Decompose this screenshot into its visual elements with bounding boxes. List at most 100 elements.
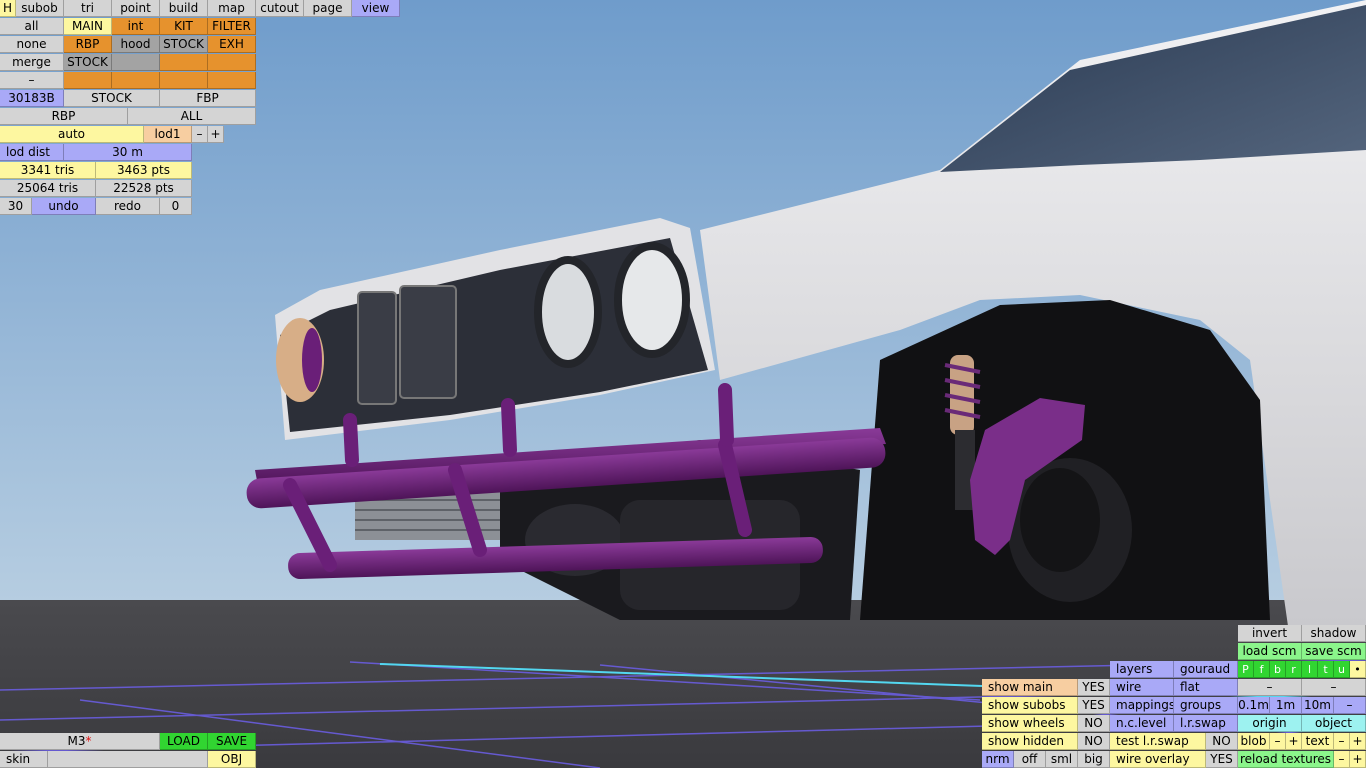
select-none-button[interactable]: none: [0, 36, 64, 53]
menu-view[interactable]: view: [352, 0, 400, 17]
subob-empty-2[interactable]: [160, 54, 208, 71]
subob-name-all[interactable]: ALL: [128, 108, 256, 125]
menu-point[interactable]: point: [112, 0, 160, 17]
menu-build[interactable]: build: [160, 0, 208, 17]
redo-button[interactable]: redo: [96, 198, 160, 215]
wire-button[interactable]: wire: [1110, 679, 1174, 696]
subob-empty-7[interactable]: [208, 72, 256, 89]
test-lr-swap-label: test l.r.swap: [1110, 733, 1206, 750]
lod-dist-value[interactable]: 30 m: [64, 144, 192, 161]
reload-textures-button[interactable]: reload textures: [1238, 751, 1334, 768]
subob-hood[interactable]: hood: [112, 36, 160, 53]
subob-minus-button[interactable]: –: [0, 72, 64, 89]
unsaved-marker: *: [85, 734, 92, 748]
menu-subob[interactable]: subob: [16, 0, 64, 17]
text-label: text: [1302, 733, 1334, 750]
flag-b[interactable]: b: [1270, 661, 1286, 678]
subob-name-rbp[interactable]: RBP: [0, 108, 128, 125]
flag-r[interactable]: r: [1286, 661, 1302, 678]
lod-dist-label: lod dist: [0, 144, 64, 161]
load-scm-button[interactable]: load scm: [1238, 643, 1302, 660]
flag-l[interactable]: l: [1302, 661, 1318, 678]
subob-kit[interactable]: KIT: [160, 18, 208, 35]
lod-mode-auto[interactable]: auto: [0, 126, 144, 143]
flag-p[interactable]: P: [1238, 661, 1254, 678]
origin-button[interactable]: origin: [1238, 715, 1302, 732]
lod-plus-button[interactable]: +: [208, 126, 224, 143]
subob-name-stock[interactable]: STOCK: [64, 90, 160, 107]
flag-f[interactable]: f: [1254, 661, 1270, 678]
subob-exh[interactable]: EXH: [208, 36, 256, 53]
flag-u[interactable]: u: [1334, 661, 1350, 678]
lod-level[interactable]: lod1: [144, 126, 192, 143]
model-name[interactable]: M3*: [0, 733, 160, 750]
menu-h[interactable]: H: [0, 0, 16, 17]
subob-int[interactable]: int: [112, 18, 160, 35]
object-button[interactable]: object: [1302, 715, 1366, 732]
lr-swap-button[interactable]: l.r.swap: [1174, 715, 1238, 732]
reload-minus-button[interactable]: –: [1334, 751, 1350, 768]
minus-button-2[interactable]: –: [1302, 679, 1366, 696]
menu-tri[interactable]: tri: [64, 0, 112, 17]
view-mode-sml[interactable]: sml: [1046, 751, 1078, 768]
show-hidden-toggle[interactable]: NO: [1078, 733, 1110, 750]
flag-dot[interactable]: •: [1350, 661, 1366, 678]
skin-field[interactable]: [48, 751, 208, 768]
lod-minus-button[interactable]: –: [192, 126, 208, 143]
scale-minus[interactable]: –: [1334, 697, 1366, 714]
subob-id[interactable]: 30183B: [0, 90, 64, 107]
scale-0-1m[interactable]: 0.1m: [1238, 697, 1270, 714]
total-point-count: 22528 pts: [96, 180, 192, 197]
subob-empty-1[interactable]: [112, 54, 160, 71]
test-lr-swap-toggle[interactable]: NO: [1206, 733, 1238, 750]
flat-button[interactable]: flat: [1174, 679, 1238, 696]
view-mode-nrm[interactable]: nrm: [982, 751, 1014, 768]
minus-button-1[interactable]: –: [1238, 679, 1302, 696]
show-wheels-label: show wheels: [982, 715, 1078, 732]
gouraud-button[interactable]: gouraud: [1174, 661, 1238, 678]
show-subobs-label: show subobs: [982, 697, 1078, 714]
scale-10m[interactable]: 10m: [1302, 697, 1334, 714]
text-plus-button[interactable]: +: [1350, 733, 1366, 750]
skin-label: skin: [0, 751, 48, 768]
view-mode-big[interactable]: big: [1078, 751, 1110, 768]
load-button[interactable]: LOAD: [160, 733, 208, 750]
subob-name-fbp[interactable]: FBP: [160, 90, 256, 107]
subob-filter[interactable]: FILTER: [208, 18, 256, 35]
layers-button[interactable]: layers: [1110, 661, 1174, 678]
scale-1m[interactable]: 1m: [1270, 697, 1302, 714]
subob-empty-6[interactable]: [160, 72, 208, 89]
subob-empty-5[interactable]: [112, 72, 160, 89]
subob-empty-3[interactable]: [208, 54, 256, 71]
show-wheels-toggle[interactable]: NO: [1078, 715, 1110, 732]
menu-map[interactable]: map: [208, 0, 256, 17]
groups-button[interactable]: groups: [1174, 697, 1238, 714]
subob-main[interactable]: MAIN: [64, 18, 112, 35]
subob-empty-4[interactable]: [64, 72, 112, 89]
show-subobs-toggle[interactable]: YES: [1078, 697, 1110, 714]
wire-overlay-toggle[interactable]: YES: [1206, 751, 1238, 768]
nc-level-button[interactable]: n.c.level: [1110, 715, 1174, 732]
subob-stock-2[interactable]: STOCK: [64, 54, 112, 71]
subob-rbp[interactable]: RBP: [64, 36, 112, 53]
undo-button[interactable]: undo: [32, 198, 96, 215]
subob-stock[interactable]: STOCK: [160, 36, 208, 53]
flag-t[interactable]: t: [1318, 661, 1334, 678]
blob-plus-button[interactable]: +: [1286, 733, 1302, 750]
merge-button[interactable]: merge: [0, 54, 64, 71]
blob-minus-button[interactable]: –: [1270, 733, 1286, 750]
save-scm-button[interactable]: save scm: [1302, 643, 1366, 660]
select-all-button[interactable]: all: [0, 18, 64, 35]
save-button[interactable]: SAVE: [208, 733, 256, 750]
shadow-button[interactable]: shadow: [1302, 625, 1366, 642]
view-mode-off[interactable]: off: [1014, 751, 1046, 768]
show-main-toggle[interactable]: YES: [1078, 679, 1110, 696]
text-minus-button[interactable]: –: [1334, 733, 1350, 750]
obj-export-button[interactable]: OBJ: [208, 751, 256, 768]
menu-cutout[interactable]: cutout: [256, 0, 304, 17]
menu-page[interactable]: page: [304, 0, 352, 17]
show-main-label: show main: [982, 679, 1078, 696]
invert-button[interactable]: invert: [1238, 625, 1302, 642]
mappings-button[interactable]: mappings: [1110, 697, 1174, 714]
reload-plus-button[interactable]: +: [1350, 751, 1366, 768]
